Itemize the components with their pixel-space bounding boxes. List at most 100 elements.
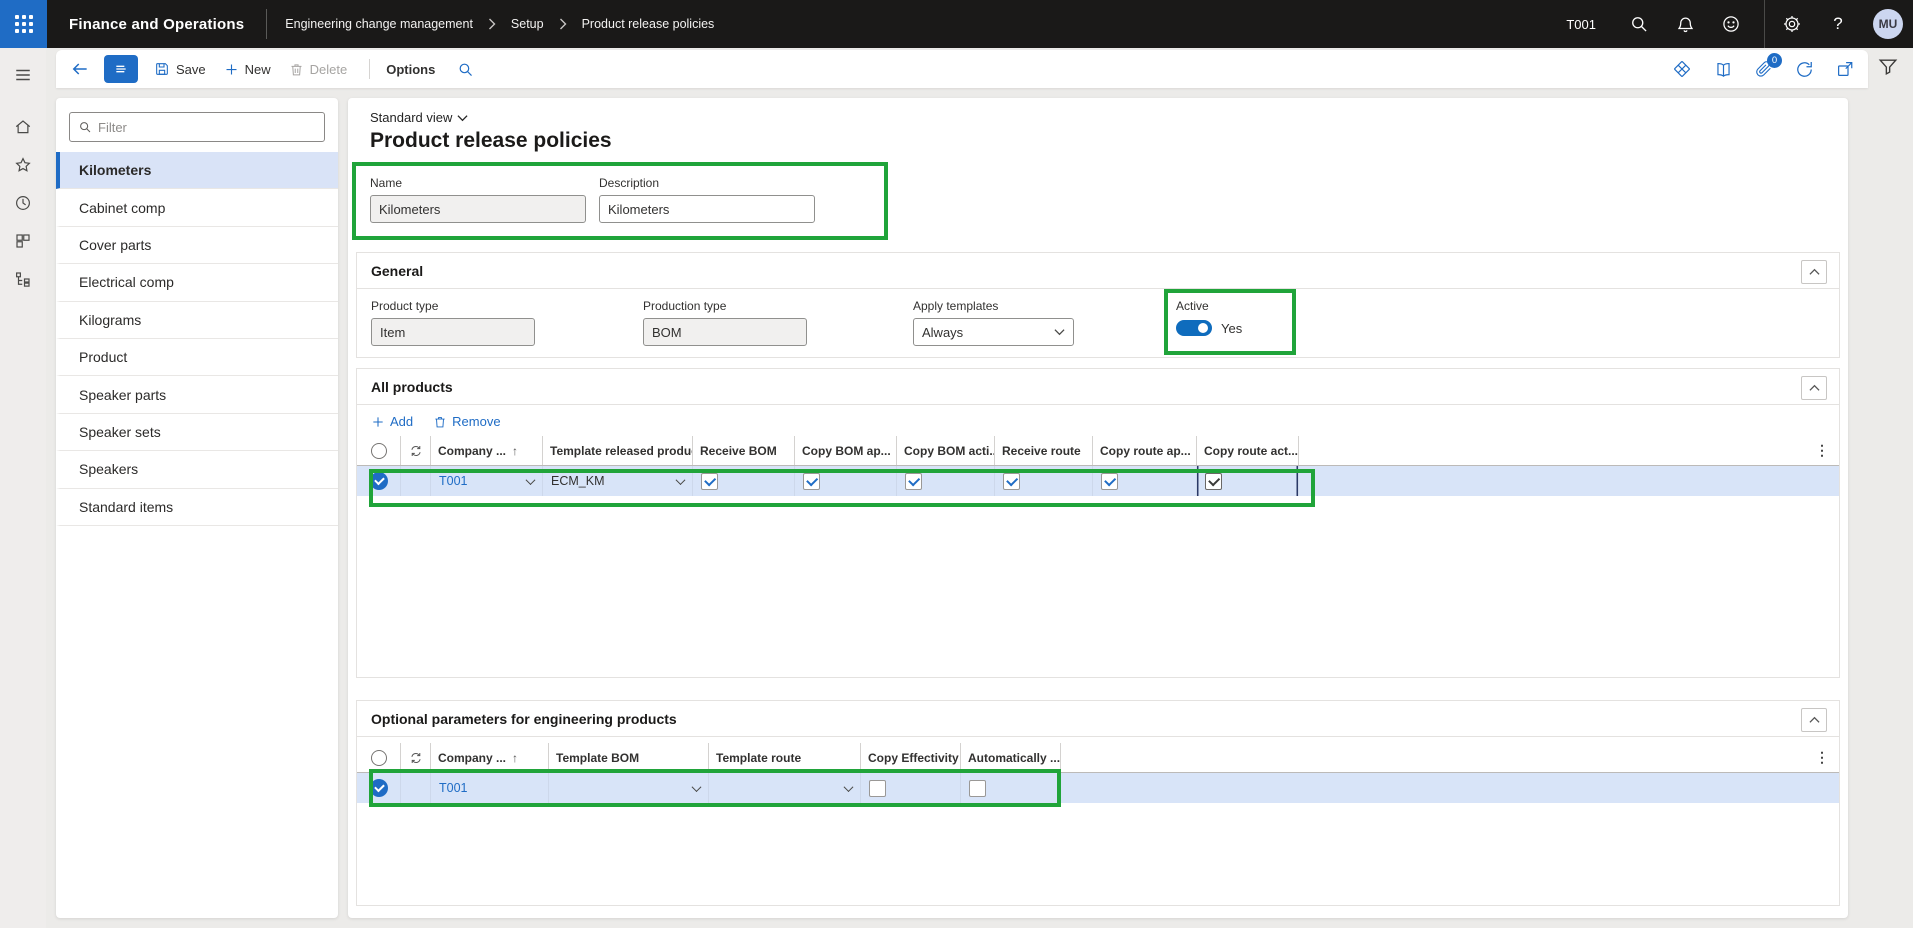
list-item-speakers[interactable]: Speakers	[56, 451, 338, 488]
active-toggle[interactable]	[1176, 320, 1212, 336]
settings-button[interactable]	[1775, 7, 1809, 41]
breadcrumb-area[interactable]: Setup	[511, 17, 544, 31]
search-button[interactable]	[1622, 7, 1656, 41]
collapse-optional-parameters-button[interactable]	[1801, 708, 1827, 732]
name-field[interactable]	[370, 195, 586, 223]
guide-button[interactable]	[1714, 60, 1733, 79]
column-company[interactable]: Company ...↑	[431, 436, 543, 465]
list-item-cover-parts[interactable]: Cover parts	[56, 227, 338, 264]
column-receive-bom[interactable]: Receive BOM	[693, 436, 795, 465]
toolbar-search-button[interactable]	[457, 61, 474, 78]
row-selected-circle-icon[interactable]	[370, 472, 388, 490]
list-item-speaker-sets[interactable]: Speaker sets	[56, 414, 338, 451]
receive-bom-checkbox[interactable]	[701, 473, 718, 490]
row-select-cell[interactable]	[357, 773, 401, 803]
copy-bom-activation-cell[interactable]	[897, 466, 995, 496]
list-item-kilometers[interactable]: Kilometers	[56, 152, 338, 189]
notifications-button[interactable]	[1668, 7, 1702, 41]
personalize-button[interactable]	[1672, 59, 1692, 79]
column-copy-route-approval[interactable]: Copy route ap...	[1093, 436, 1197, 465]
open-in-new-window-button[interactable]	[1836, 60, 1854, 78]
attachments-button[interactable]: 0	[1755, 60, 1773, 78]
select-all-cell[interactable]	[357, 743, 401, 772]
production-type-field[interactable]	[643, 318, 807, 346]
copy-effectivity-cell[interactable]	[861, 773, 961, 803]
select-all-circle[interactable]	[371, 750, 387, 766]
app-launcher-button[interactable]	[0, 0, 47, 48]
list-item-speaker-parts[interactable]: Speaker parts	[56, 376, 338, 413]
nav-modules-button[interactable]	[0, 260, 46, 298]
column-company[interactable]: Company ...↑	[431, 743, 549, 772]
feedback-button[interactable]	[1714, 7, 1748, 41]
breadcrumb-page[interactable]: Product release policies	[582, 17, 715, 31]
list-filter-field[interactable]	[69, 112, 325, 142]
column-copy-effectivity[interactable]: Copy Effectivity	[861, 743, 961, 772]
select-all-cell[interactable]	[357, 436, 401, 465]
breadcrumb-module[interactable]: Engineering change management	[285, 17, 473, 31]
template-route-cell[interactable]	[709, 773, 861, 803]
open-filter-pane-button[interactable]	[1877, 56, 1899, 78]
column-automatically[interactable]: Automatically ...	[961, 743, 1061, 772]
company-cell[interactable]: T001	[431, 773, 549, 803]
more-options-button[interactable]: ⋮	[1815, 749, 1829, 766]
options-tab[interactable]: Options	[386, 62, 435, 77]
column-template-bom[interactable]: Template BOM	[549, 743, 709, 772]
copy-bom-approval-checkbox[interactable]	[803, 473, 820, 490]
copy-route-activation-cell[interactable]	[1197, 466, 1299, 496]
template-released-product-cell[interactable]: ECM_KM	[543, 466, 693, 496]
help-button[interactable]: ?	[1821, 7, 1855, 41]
column-copy-route-activation[interactable]: Copy route act...	[1197, 436, 1299, 465]
save-button[interactable]: Save	[154, 61, 206, 77]
list-item-standard-items[interactable]: Standard items	[56, 489, 338, 526]
app-title[interactable]: Finance and Operations	[69, 16, 244, 33]
column-template-route[interactable]: Template route	[709, 743, 861, 772]
receive-bom-cell[interactable]	[693, 466, 795, 496]
list-item-electrical-comp[interactable]: Electrical comp	[56, 264, 338, 301]
nav-menu-button[interactable]	[0, 56, 46, 94]
all-products-row[interactable]: T001 ECM_KM	[357, 466, 1839, 496]
list-item-cabinet-comp[interactable]: Cabinet comp	[56, 189, 338, 226]
optional-parameters-row[interactable]: T001	[357, 773, 1839, 803]
automatically-cell[interactable]	[961, 773, 1061, 803]
nav-workspaces-button[interactable]	[0, 222, 46, 260]
collapse-general-button[interactable]	[1801, 260, 1827, 284]
show-list-button[interactable]	[104, 55, 138, 83]
view-selector[interactable]: Standard view	[370, 110, 468, 125]
description-field[interactable]	[599, 195, 815, 223]
filter-input[interactable]	[98, 120, 316, 135]
column-copy-bom-activation[interactable]: Copy BOM acti...	[897, 436, 995, 465]
delete-button[interactable]: Delete	[289, 62, 348, 77]
avatar[interactable]: MU	[1873, 9, 1903, 39]
company-cell[interactable]: T001	[431, 466, 543, 496]
automatically-checkbox[interactable]	[969, 780, 986, 797]
nav-home-button[interactable]	[0, 108, 46, 146]
row-select-cell[interactable]	[357, 466, 401, 496]
receive-route-cell[interactable]	[995, 466, 1093, 496]
copy-route-approval-checkbox[interactable]	[1101, 473, 1118, 490]
apply-templates-select[interactable]: Always	[913, 318, 1074, 346]
column-template-released-product[interactable]: Template released product	[543, 436, 693, 465]
copy-route-activation-checkbox[interactable]	[1205, 473, 1222, 490]
nav-recent-button[interactable]	[0, 184, 46, 222]
column-copy-bom-approval[interactable]: Copy BOM ap...	[795, 436, 897, 465]
copy-bom-activation-checkbox[interactable]	[905, 473, 922, 490]
refresh-button[interactable]	[1795, 60, 1814, 79]
copy-effectivity-checkbox[interactable]	[869, 780, 886, 797]
back-button[interactable]	[70, 59, 90, 79]
copy-bom-approval-cell[interactable]	[795, 466, 897, 496]
select-all-circle[interactable]	[371, 443, 387, 459]
column-receive-route[interactable]: Receive route	[995, 436, 1093, 465]
nav-favorites-button[interactable]	[0, 146, 46, 184]
copy-route-approval-cell[interactable]	[1093, 466, 1197, 496]
template-bom-cell[interactable]	[549, 773, 709, 803]
more-options-button[interactable]: ⋮	[1815, 442, 1829, 459]
receive-route-checkbox[interactable]	[1003, 473, 1020, 490]
list-item-product[interactable]: Product	[56, 339, 338, 376]
new-button[interactable]: New	[224, 62, 271, 77]
remove-row-button[interactable]: Remove	[433, 414, 500, 429]
list-item-kilograms[interactable]: Kilograms	[56, 302, 338, 339]
add-row-button[interactable]: Add	[371, 414, 413, 429]
company-selector[interactable]: T001	[1566, 17, 1596, 32]
product-type-field[interactable]	[371, 318, 535, 346]
collapse-all-products-button[interactable]	[1801, 376, 1827, 400]
